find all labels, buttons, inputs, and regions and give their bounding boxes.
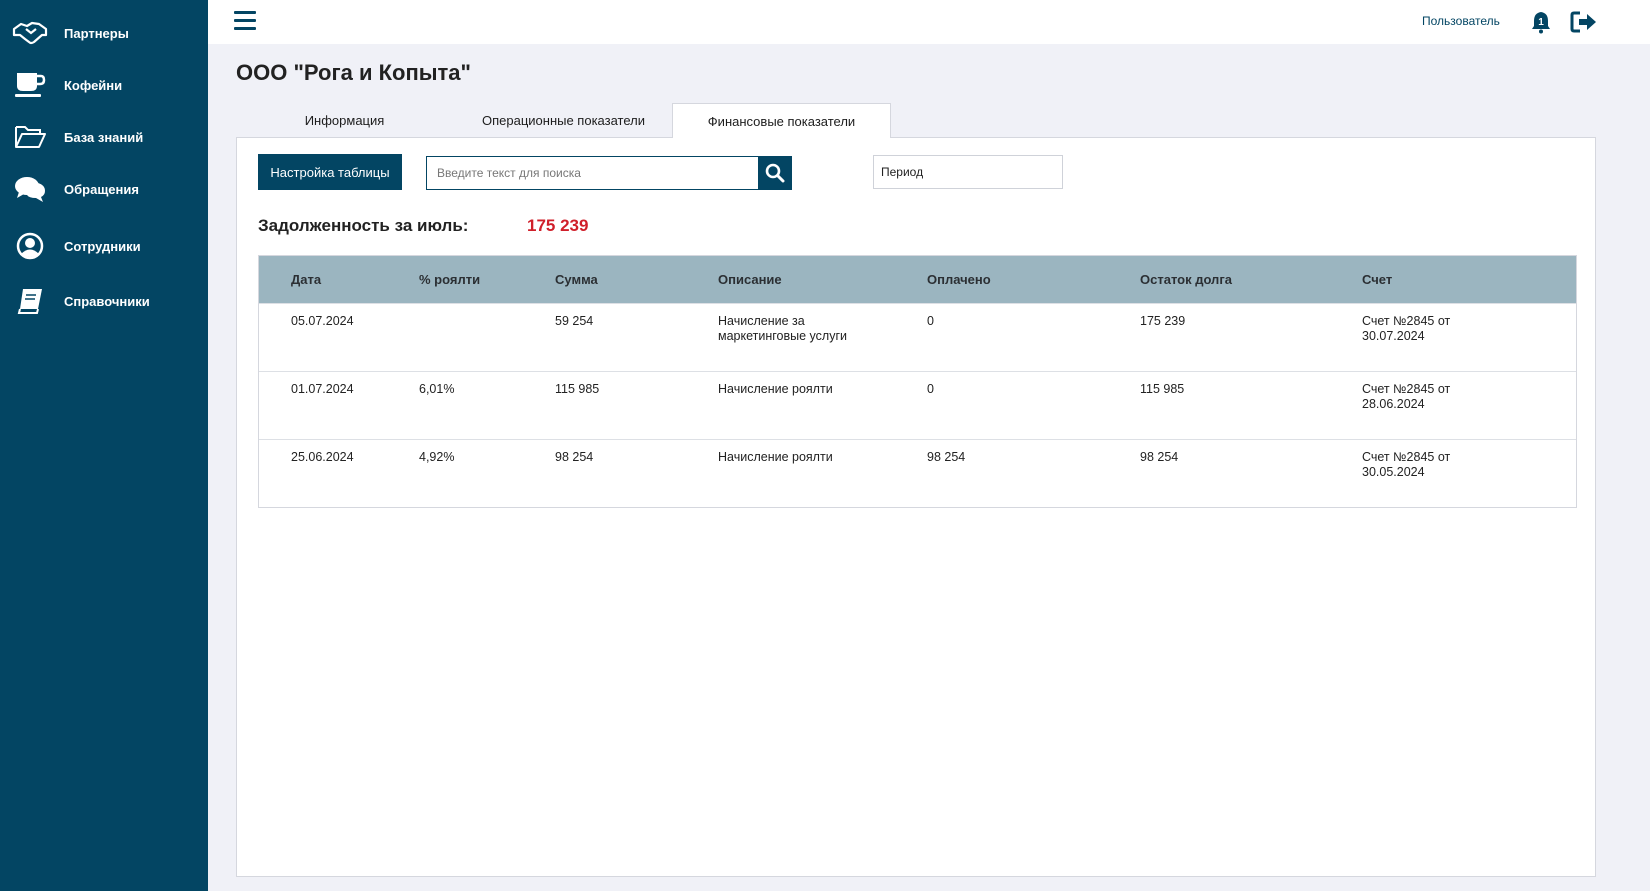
- column-header-paid[interactable]: Оплачено: [927, 272, 991, 287]
- handshake-icon: [12, 17, 48, 49]
- table-row[interactable]: 05.07.2024 59 254 Начисление за маркетин…: [259, 303, 1576, 371]
- cell-remaining: 98 254: [1140, 450, 1179, 464]
- cell-royalty: 4,92%: [419, 450, 455, 464]
- table-row[interactable]: 25.06.2024 4,92% 98 254 Начисление роялт…: [259, 439, 1576, 507]
- menu-icon[interactable]: [234, 11, 256, 31]
- sidebar-item-coffee-shops[interactable]: Кофейни: [0, 65, 208, 105]
- table-row[interactable]: 01.07.2024 6,01% 115 985 Начисление роял…: [259, 371, 1576, 439]
- tab-financial-indicators[interactable]: Финансовые показатели: [672, 103, 891, 138]
- chat-bubbles-icon: [12, 173, 48, 205]
- cell-description: Начисление роялти: [718, 450, 833, 464]
- page-title: ООО "Рога и Копыта": [236, 60, 471, 85]
- cell-date: 25.06.2024: [291, 450, 354, 464]
- sidebar-item-label: Сотрудники: [64, 238, 141, 254]
- sidebar-item-label: Партнеры: [64, 25, 129, 41]
- cell-paid: 98 254: [927, 450, 966, 464]
- debt-label: Задолженность за июль:: [258, 216, 469, 235]
- tab-information[interactable]: Информация: [262, 103, 427, 138]
- period-input[interactable]: [873, 155, 1063, 189]
- column-header-sum[interactable]: Сумма: [555, 272, 598, 287]
- cell-description: Начисление роялти: [718, 382, 833, 396]
- cell-sum: 115 985: [555, 382, 600, 396]
- cell-paid: 0: [927, 314, 934, 328]
- cell-date: 01.07.2024: [291, 382, 354, 396]
- cell-paid: 0: [927, 382, 934, 396]
- cell-sum: 59 254: [555, 314, 594, 328]
- cell-remaining: 115 985: [1140, 382, 1185, 396]
- debt-value: 175 239: [527, 216, 589, 235]
- tab-operational-indicators[interactable]: Операционные показатели: [460, 103, 667, 138]
- book-icon: [12, 285, 48, 317]
- cell-description: Начисление за маркетинговые услуги: [718, 314, 847, 343]
- logout-icon[interactable]: [1570, 10, 1598, 34]
- cell-sum: 98 254: [555, 450, 594, 464]
- column-header-invoice[interactable]: Счет: [1362, 272, 1392, 287]
- notification-count: 1: [1538, 17, 1544, 28]
- cell-invoice[interactable]: Счет №2845 от 28.06.2024: [1362, 382, 1472, 412]
- sidebar-item-label: Кофейни: [64, 77, 123, 93]
- bell-icon[interactable]: 1: [1530, 10, 1552, 34]
- finance-table: Дата % роялти Сумма Описание Оплачено Ос…: [258, 255, 1577, 508]
- column-header-remaining[interactable]: Остаток долга: [1140, 272, 1232, 287]
- folder-open-icon: [12, 121, 48, 153]
- search-icon[interactable]: [758, 157, 791, 189]
- sidebar: Партнеры Кофейни База знаний Обращения С…: [0, 0, 208, 891]
- cell-remaining: 175 239: [1140, 314, 1186, 328]
- top-bar: Пользователь 1: [208, 0, 1650, 44]
- column-header-date[interactable]: Дата: [291, 272, 321, 287]
- sidebar-item-label: База знаний: [64, 129, 144, 145]
- cell-invoice[interactable]: Счет №2845 от 30.05.2024: [1362, 450, 1472, 480]
- search-box: [426, 156, 792, 190]
- cell-date: 05.07.2024: [291, 314, 354, 328]
- user-menu-link[interactable]: Пользователь: [1422, 14, 1500, 28]
- coffee-cup-icon: [12, 69, 48, 101]
- cell-invoice[interactable]: Счет №2845 от 30.07.2024: [1362, 314, 1472, 344]
- table-settings-button[interactable]: Настройка таблицы: [258, 154, 402, 190]
- sidebar-item-requests[interactable]: Обращения: [0, 169, 208, 209]
- column-header-description[interactable]: Описание: [718, 272, 782, 287]
- table-header: Дата % роялти Сумма Описание Оплачено Ос…: [259, 256, 1576, 303]
- search-input[interactable]: [427, 157, 757, 189]
- user-circle-icon: [12, 230, 48, 262]
- sidebar-item-employees[interactable]: Сотрудники: [0, 226, 208, 266]
- sidebar-item-label: Справочники: [64, 293, 150, 309]
- sidebar-item-label: Обращения: [64, 181, 139, 197]
- column-header-royalty[interactable]: % роялти: [419, 272, 480, 287]
- cell-royalty: 6,01%: [419, 382, 455, 396]
- sidebar-item-directories[interactable]: Справочники: [0, 281, 208, 321]
- sidebar-item-knowledge-base[interactable]: База знаний: [0, 117, 208, 157]
- sidebar-item-partners[interactable]: Партнеры: [0, 13, 208, 53]
